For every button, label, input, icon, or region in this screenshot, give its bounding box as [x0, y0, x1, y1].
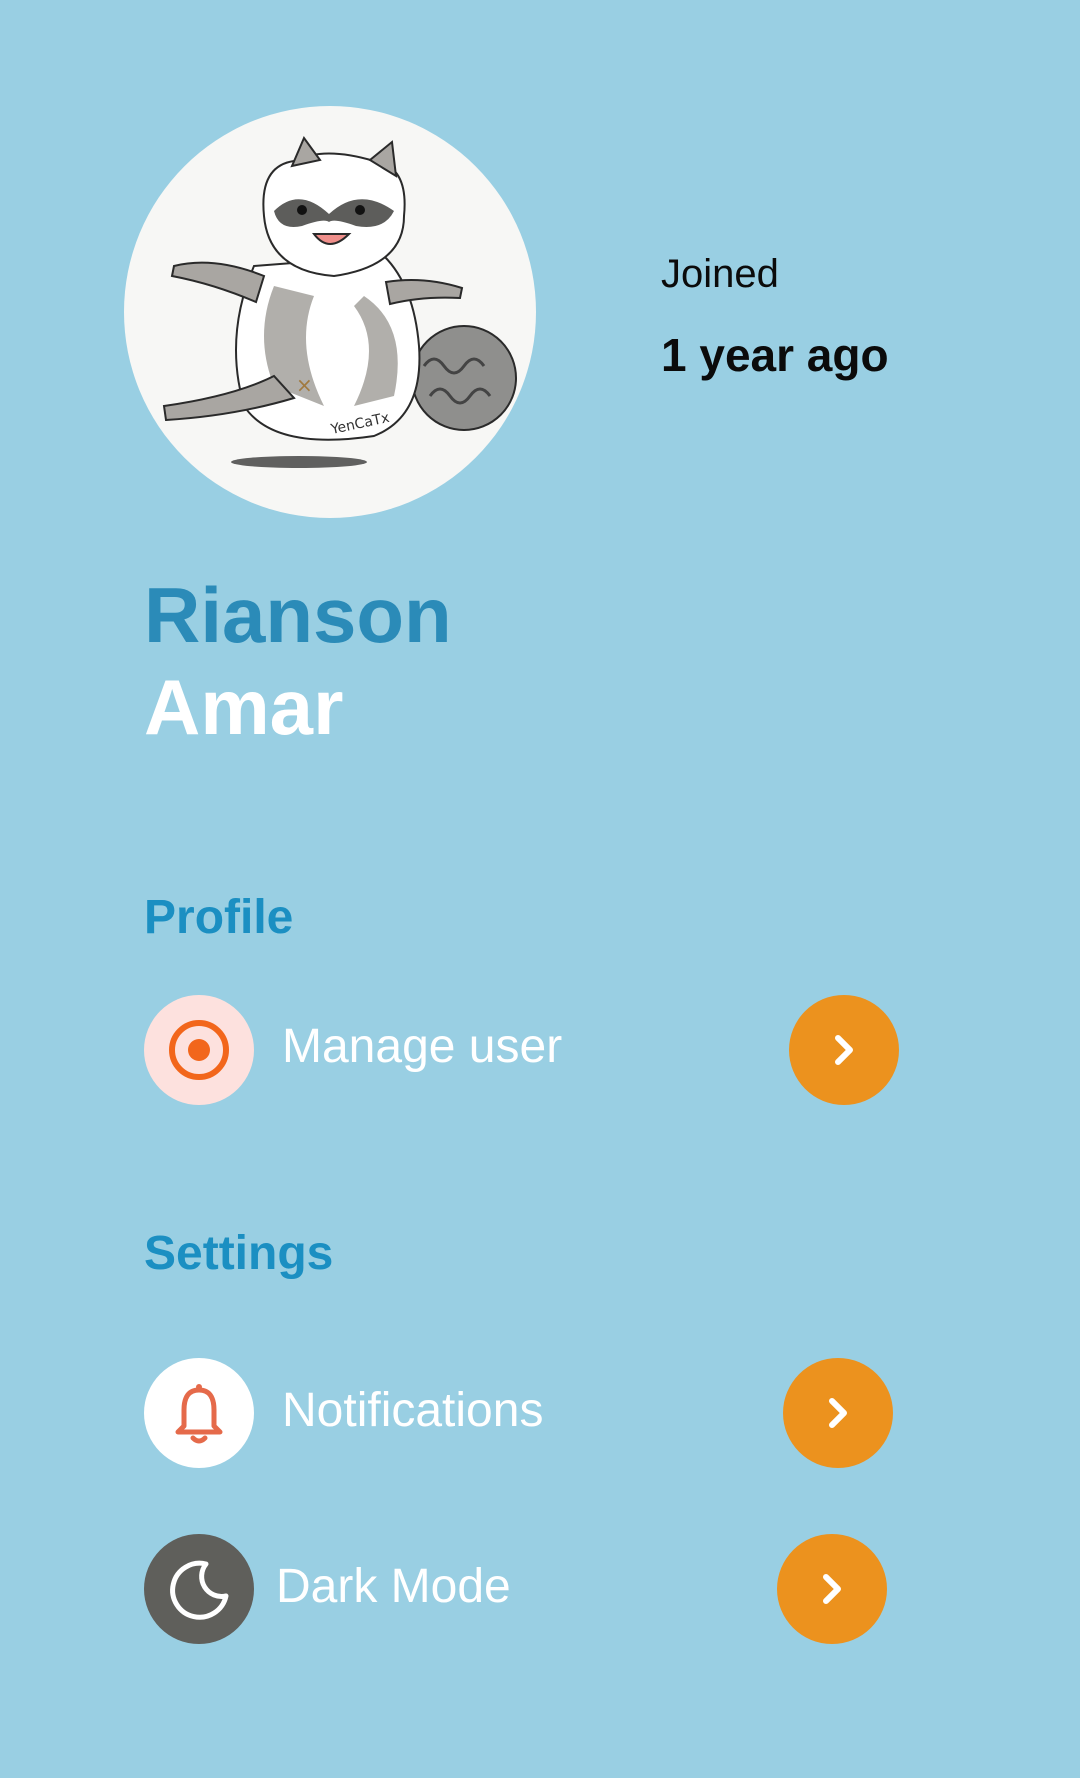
profile-avatar[interactable]: YenCaTx ×: [124, 106, 536, 518]
notifications-button[interactable]: [783, 1358, 893, 1468]
chevron-right-icon: [823, 1574, 841, 1604]
target-icon: [144, 995, 254, 1105]
dark-mode-button[interactable]: [777, 1534, 887, 1644]
joined-value: 1 year ago: [661, 329, 889, 381]
joined-label: Joined: [661, 252, 779, 296]
chevron-right-icon: [829, 1398, 847, 1428]
bell-icon: [144, 1358, 254, 1468]
notifications-label[interactable]: Notifications: [282, 1387, 543, 1435]
section-title-profile: Profile: [144, 891, 294, 944]
dark-mode-label[interactable]: Dark Mode: [276, 1563, 511, 1611]
user-first-name: Rianson: [144, 571, 452, 659]
section-title-settings: Settings: [144, 1227, 334, 1280]
svg-text:×: ×: [296, 373, 313, 397]
manage-user-button[interactable]: [789, 995, 899, 1105]
chevron-right-icon: [835, 1035, 853, 1065]
user-last-name: Amar: [144, 663, 344, 751]
raccoon-illustration-icon: YenCaTx ×: [162, 135, 517, 468]
manage-user-label[interactable]: Manage user: [282, 1023, 562, 1071]
moon-icon: [144, 1534, 254, 1644]
